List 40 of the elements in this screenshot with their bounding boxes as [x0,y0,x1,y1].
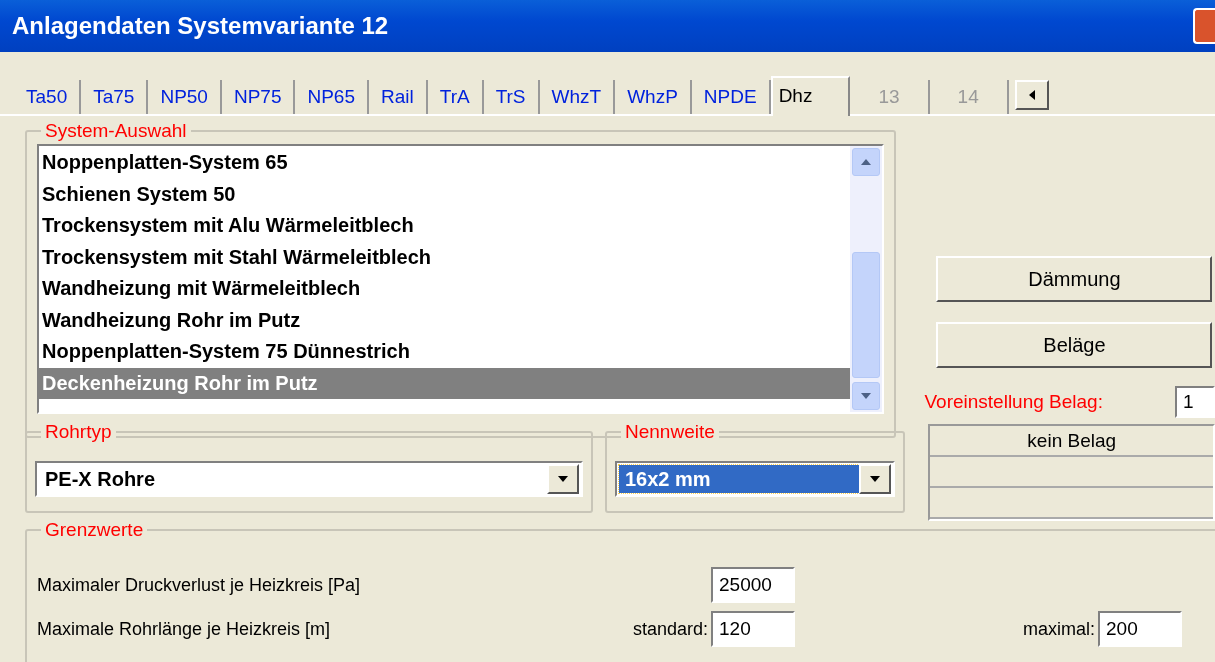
tab[interactable]: NP65 [295,80,369,114]
tab[interactable]: WhzP [615,80,692,114]
list-item[interactable]: Schienen System 50 [39,178,851,210]
field-label: Maximale Rohrlänge je Heizkreis [m] [37,617,332,641]
tab[interactable]: TrS [483,80,540,114]
field-label: Voreinstellung Belag: [924,389,1103,414]
action-button[interactable]: Dämmung [936,256,1213,302]
action-button[interactable]: Beläge [936,322,1213,368]
field-label: Maximaler Druckverlust je Heizkreis [Pa] [37,573,362,597]
tab[interactable]: TrA [427,80,484,114]
number-input[interactable]: 120 [711,611,795,647]
dropdown[interactable]: 16x2 mm [615,461,895,497]
list-item[interactable]: Trockensystem mit Stahl Wärmeleitblech [39,241,851,273]
dropdown[interactable]: PE-X Rohre [35,461,583,497]
tab[interactable]: Dhz [770,76,851,116]
number-input[interactable]: 25000 [711,567,795,603]
dropdown-value: PE-X Rohre [44,467,157,492]
tab[interactable]: NP75 [221,80,296,114]
tab[interactable]: Rail [369,80,428,114]
field-label: maximal: [1023,617,1095,641]
tab[interactable]: NP50 [148,80,222,114]
tab[interactable]: Ta50 [14,80,82,114]
scroll-thumb[interactable] [852,252,881,378]
list-item[interactable]: Wandheizung Rohr im Putz [39,304,851,336]
list-item[interactable]: Noppenplatten-System 75 Dünnestrich [39,336,851,368]
list-item[interactable]: Noppenplatten-System 65 [39,147,851,179]
tab[interactable]: Ta75 [81,80,149,114]
scrollbar[interactable] [850,146,883,412]
list-item[interactable]: Deckenheizung Rohr im Putz [39,367,851,399]
window-title: Anlagendaten Systemvariante 12 [12,11,389,41]
covering-input[interactable]: 1 [1175,386,1215,418]
close-button[interactable] [1193,8,1215,44]
dropdown-value: 16x2 mm [619,465,859,493]
field-label: standard: [632,617,708,641]
list-item[interactable]: Trockensystem mit Alu Wärmeleitblech [39,210,851,242]
list-item[interactable]: Wandheizung mit Wärmeleitblech [39,273,851,305]
tab-scroll-left-button[interactable] [1014,80,1049,110]
tab[interactable]: WhzT [539,80,616,114]
number-input[interactable]: 200 [1098,611,1182,647]
table-row[interactable]: kein Belag [930,426,1213,457]
